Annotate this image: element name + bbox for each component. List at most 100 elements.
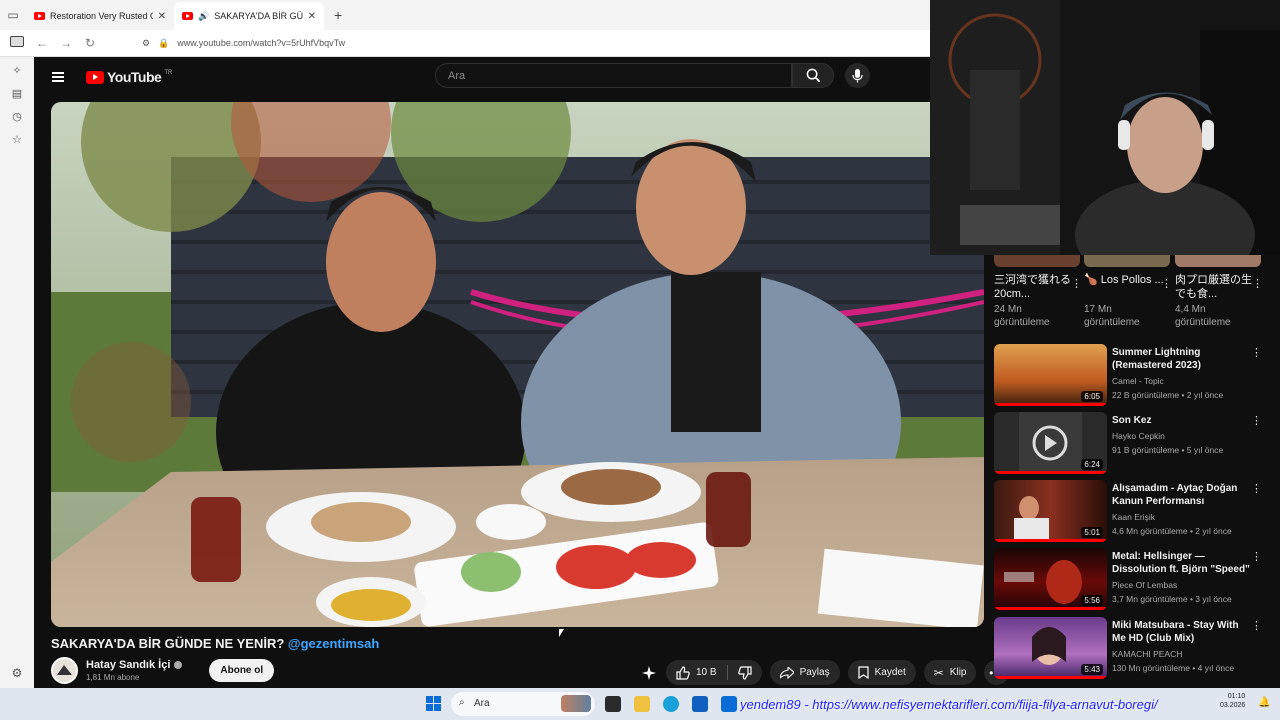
notifications-icon[interactable]: 🔔 xyxy=(1258,697,1270,708)
short-title: 三河湾で獲れる20cm... xyxy=(994,274,1071,300)
video-title: SAKARYA'DA BİR GÜNDE NE YENİR? @gezentim… xyxy=(51,636,379,651)
video-thumbnail[interactable]: 6:24 xyxy=(994,412,1107,474)
short-thumbnail[interactable] xyxy=(994,255,1080,267)
video-title[interactable]: Summer Lightning (Remastered 2023) xyxy=(1112,346,1252,372)
more-options-icon[interactable]: ⋮ xyxy=(1251,619,1262,632)
youtube-header: YouTube TR Ara xyxy=(34,57,930,97)
video-title[interactable]: Metal: Hellsinger — Dissolution ft. Björ… xyxy=(1112,550,1252,576)
url-text: www.youtube.com/watch?v=5rUhfVbqvTw xyxy=(177,38,346,48)
webcam-overlay xyxy=(930,0,1280,255)
collections-icon[interactable]: ▤ xyxy=(8,86,26,100)
menu-icon[interactable] xyxy=(52,72,64,82)
video-title[interactable]: Miki Matsubara - Stay With Me HD (Club M… xyxy=(1112,619,1252,645)
video-title[interactable]: Son Kez xyxy=(1112,414,1252,427)
channel-name[interactable]: KAMACHI PEACH xyxy=(1112,649,1252,659)
video-thumbnail[interactable]: 5:56 xyxy=(994,548,1107,610)
dislike-button[interactable] xyxy=(728,660,762,685)
back-button[interactable]: ← xyxy=(30,36,54,50)
browser-sidebar: ✧ ▤ ◷ ☆ ⚙ xyxy=(0,57,34,688)
channel-name-text: Hatay Sandık İçi xyxy=(86,659,171,671)
more-options-icon[interactable]: ⋮ xyxy=(1161,277,1172,290)
channel-name[interactable]: Kaan Erişik xyxy=(1112,512,1252,522)
task-view-icon[interactable] xyxy=(605,696,621,712)
video-thumbnail[interactable]: 6:05 xyxy=(994,344,1107,406)
settings-icon[interactable]: ⚙ xyxy=(12,666,23,680)
short-item[interactable]: 🍗 Los Pollos ... 17 Mn görüntüleme ⋮ xyxy=(1084,255,1172,329)
clock-time: 01:10 xyxy=(1227,693,1246,700)
close-tab-icon[interactable]: ✕ xyxy=(158,11,166,22)
channel-name[interactable]: Hayko Cepkin xyxy=(1112,431,1252,441)
short-title: 肉プロ厳選の生でも食... xyxy=(1175,274,1252,300)
site-info-icon[interactable]: ⚙ xyxy=(142,38,150,49)
list-item[interactable]: 5:01 Alışamadım - Aytaç Doğan Kanun Perf… xyxy=(994,480,1274,542)
youtube-play-icon xyxy=(86,70,104,84)
sidebar-toggle-icon[interactable] xyxy=(4,36,30,50)
like-button[interactable]: 10 B xyxy=(666,660,727,685)
voice-search-button[interactable] xyxy=(845,63,870,88)
video-thumbnail[interactable]: 5:01 xyxy=(994,480,1107,542)
mention-link[interactable]: @gezentimsah xyxy=(288,636,379,651)
stream-ticker: yendem89 - https://www.nefisyemektarifle… xyxy=(740,697,1158,712)
tab-actions-icon[interactable]: ▭ xyxy=(0,0,26,30)
close-tab-icon[interactable]: ✕ xyxy=(308,11,316,22)
youtube-logo[interactable]: YouTube TR xyxy=(86,69,172,85)
search-icon xyxy=(806,68,820,83)
subscribe-button[interactable]: Abone ol xyxy=(209,659,275,682)
list-item[interactable]: 6:05 Summer Lightning (Remastered 2023) … xyxy=(994,344,1274,406)
tab-sakarya[interactable]: 🔊 SAKARYA'DA BİR GÜNDE N ✕ xyxy=(174,2,324,30)
history-icon[interactable]: ◷ xyxy=(8,109,26,123)
system-clock[interactable]: 01:10 03.2026 xyxy=(1220,692,1245,710)
more-options-icon[interactable]: ⋮ xyxy=(1252,277,1263,290)
taskbar-search-label: Ara xyxy=(474,698,490,709)
list-item[interactable]: 6:24 Son Kez Hayko Cepkin 91 B görüntüle… xyxy=(994,412,1274,474)
store-icon[interactable] xyxy=(692,696,708,712)
video-title[interactable]: Alışamadım - Aytaç Doğan Kanun Performan… xyxy=(1112,482,1252,508)
short-item[interactable]: 三河湾で獲れる20cm... 24 Mn görüntüleme ⋮ xyxy=(994,255,1082,329)
more-options-icon[interactable]: ⋮ xyxy=(1251,550,1262,563)
short-thumbnail[interactable] xyxy=(1084,255,1170,267)
duration-badge: 6:05 xyxy=(1081,391,1103,402)
short-views: 4,4 Mn görüntüleme xyxy=(1175,304,1231,328)
copilot-icon[interactable]: ✧ xyxy=(8,63,26,77)
ai-spark-icon[interactable] xyxy=(640,664,658,682)
channel-name[interactable]: Camel - Topic xyxy=(1112,376,1252,386)
clip-button[interactable]: ✂ Klip xyxy=(923,660,977,685)
share-label: Paylaş xyxy=(799,667,830,678)
start-button[interactable] xyxy=(426,696,441,711)
youtube-favicon-icon xyxy=(182,12,193,20)
taskbar-search[interactable]: ⌕ Ara xyxy=(451,692,595,716)
url-field[interactable]: ⚙ 🔒 www.youtube.com/watch?v=5rUhfVbqvTw xyxy=(142,38,345,49)
refresh-button[interactable]: ↻ xyxy=(78,36,102,50)
tab-restoration[interactable]: Restoration Very Rusted Old Su ✕ xyxy=(26,2,174,30)
video-meta: 130 Mn görüntüleme • 4 yıl önce xyxy=(1112,663,1235,673)
video-thumbnail[interactable]: 5:43 xyxy=(994,617,1107,679)
channel-name[interactable]: Hatay Sandık İçi xyxy=(86,659,183,671)
file-explorer-icon[interactable] xyxy=(634,696,650,712)
audio-playing-icon[interactable]: 🔊 xyxy=(198,11,209,22)
clip-label: Klip xyxy=(949,667,967,678)
list-item[interactable]: 5:43 Miki Matsubara - Stay With Me HD (C… xyxy=(994,617,1274,679)
more-options-icon[interactable]: ⋮ xyxy=(1251,414,1262,427)
list-item[interactable]: 5:56 Metal: Hellsinger — Dissolution ft.… xyxy=(994,548,1274,610)
video-player[interactable] xyxy=(51,102,984,627)
more-options-icon[interactable]: ⋮ xyxy=(1251,346,1262,359)
share-button[interactable]: Paylaş xyxy=(769,660,840,685)
app-icon[interactable] xyxy=(721,696,737,712)
search-input[interactable]: Ara xyxy=(435,63,792,88)
save-button[interactable]: Kaydet xyxy=(847,660,916,685)
channel-name[interactable]: Piece Of Lembas xyxy=(1112,580,1252,590)
more-options-icon[interactable]: ⋮ xyxy=(1251,482,1262,495)
video-meta: 22 B görüntüleme • 2 yıl önce xyxy=(1112,390,1224,400)
short-item[interactable]: 肉プロ厳選の生でも食... 4,4 Mn görüntüleme ⋮ xyxy=(1175,255,1263,329)
video-frame xyxy=(51,102,984,627)
edge-icon[interactable] xyxy=(663,696,679,712)
more-options-icon[interactable]: ⋮ xyxy=(1071,277,1082,290)
watch-progress xyxy=(994,471,1107,474)
like-dislike-group: 10 B xyxy=(666,660,762,685)
favorites-icon[interactable]: ☆ xyxy=(8,132,26,146)
avatar[interactable] xyxy=(51,657,78,684)
search-button[interactable] xyxy=(792,63,834,88)
new-tab-button[interactable]: + xyxy=(324,7,352,23)
short-thumbnail[interactable] xyxy=(1175,255,1261,267)
forward-button[interactable]: → xyxy=(54,36,78,50)
